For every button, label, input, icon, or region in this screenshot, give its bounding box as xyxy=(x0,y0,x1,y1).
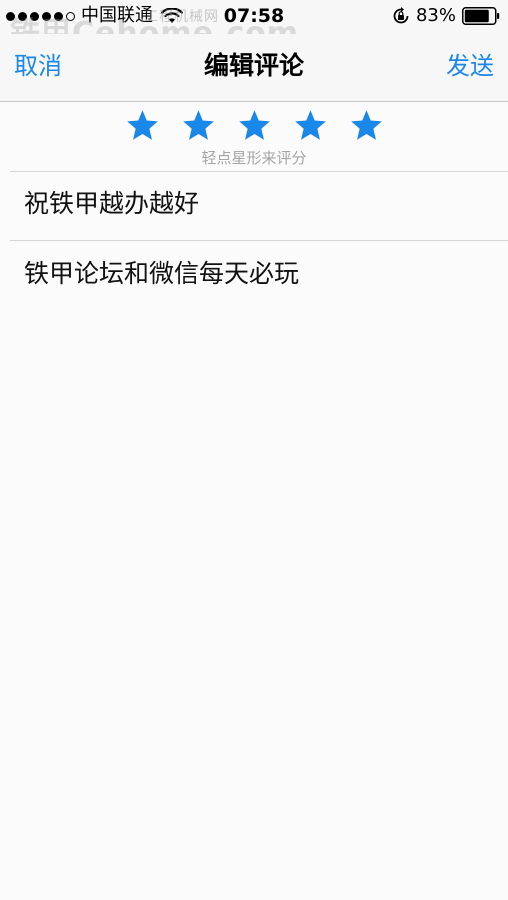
divider xyxy=(10,240,508,241)
star-icon-2[interactable] xyxy=(181,108,216,143)
nav-bar: 取消 编辑评论 发送 xyxy=(0,34,508,102)
page-title: 编辑评论 xyxy=(203,51,304,80)
star-icon-3[interactable] xyxy=(237,108,272,143)
battery-icon xyxy=(462,7,500,25)
star-icon-5[interactable] xyxy=(349,108,384,143)
divider xyxy=(10,171,508,172)
star-rating[interactable] xyxy=(0,108,508,143)
rating-hint: 轻点星形来评分 xyxy=(201,149,307,167)
send-button[interactable]: 发送 xyxy=(446,51,494,81)
status-bar: 中国联通 07:58 83% xyxy=(0,0,508,34)
battery-percent: 83% xyxy=(415,5,456,26)
orientation-lock-icon xyxy=(392,7,410,25)
review-body-field[interactable]: 铁甲论坛和微信每天必玩 xyxy=(24,257,498,291)
review-title-field[interactable]: 祝铁甲越办越好 xyxy=(24,187,498,221)
status-right: 83% xyxy=(392,5,500,27)
star-icon-1[interactable] xyxy=(125,108,160,143)
star-icon-4[interactable] xyxy=(293,108,328,143)
rating-section: 轻点星形来评分 xyxy=(0,102,508,170)
